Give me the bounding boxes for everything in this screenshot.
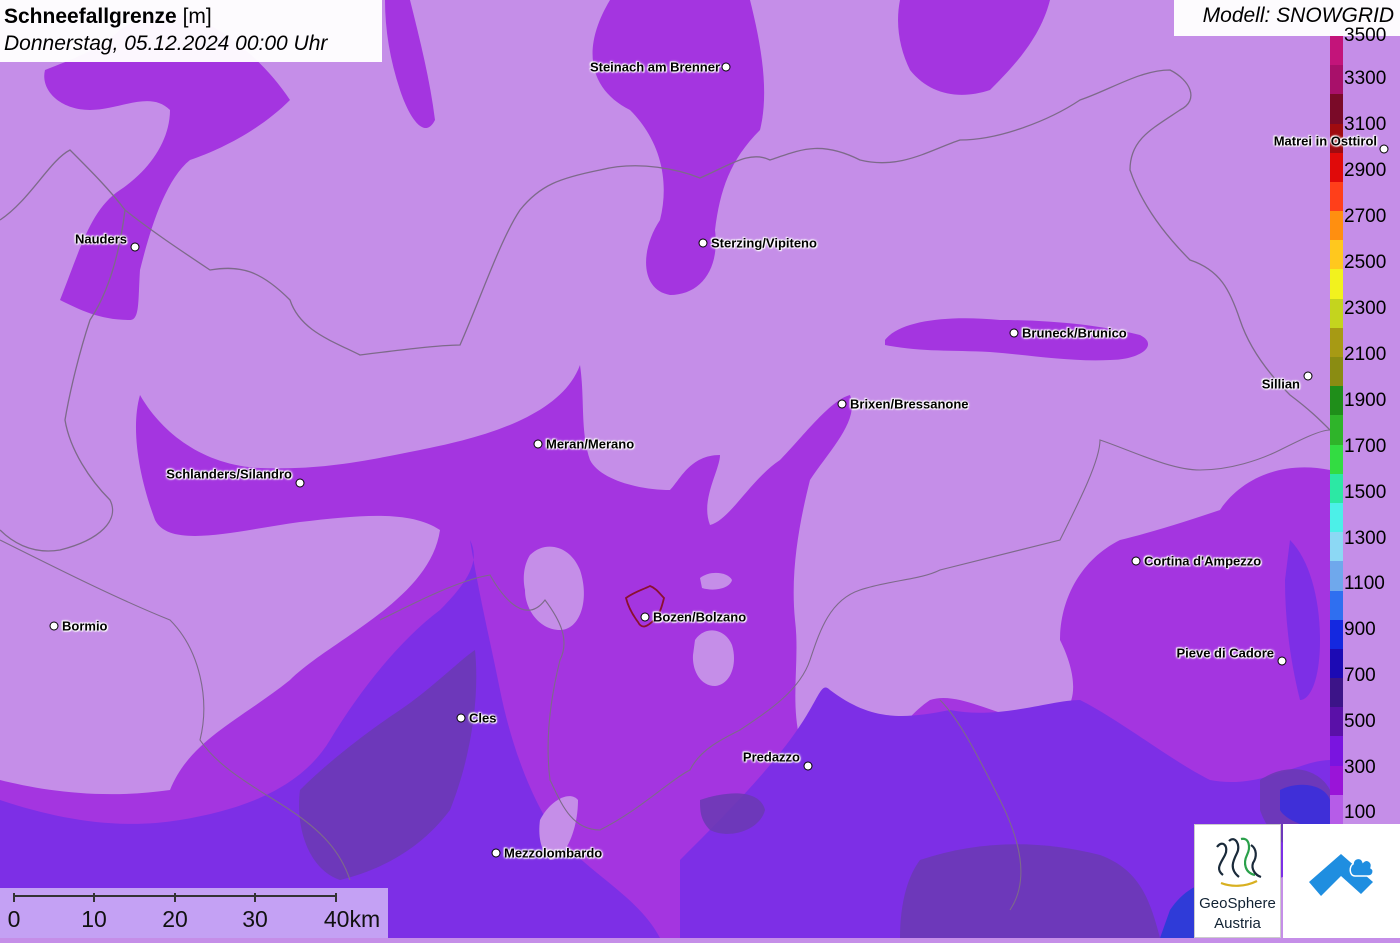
city-label: Steinach am Brenner	[589, 59, 720, 75]
geosphere-text-2: Austria	[1214, 915, 1261, 932]
scale-label: 10	[81, 906, 107, 932]
legend-swatch	[1330, 590, 1343, 621]
scale-tick	[254, 893, 256, 902]
legend-label: 700	[1344, 665, 1376, 686]
legend-swatch	[1330, 561, 1343, 591]
city-marker[interactable]	[533, 439, 543, 449]
city-marker[interactable]	[295, 478, 305, 488]
city-marker[interactable]	[721, 62, 731, 72]
city-marker[interactable]	[640, 612, 650, 622]
legend-label: 2300	[1344, 298, 1387, 319]
legend-label: 3300	[1344, 68, 1387, 89]
scale-label: 30	[242, 906, 268, 932]
legend-swatch	[1330, 415, 1343, 446]
legend-swatch	[1330, 648, 1343, 679]
legend-swatch	[1330, 94, 1343, 125]
map-title: Schneefallgrenze [m]	[4, 3, 378, 30]
city-label: Matrei in Osttirol	[1273, 133, 1377, 149]
legend-swatch	[1330, 794, 1343, 825]
zone-light-island-2	[692, 630, 735, 686]
legend-swatch	[1330, 181, 1343, 212]
city-label: Bozen/Bolzano	[653, 609, 747, 625]
scale-tick	[174, 893, 176, 902]
legend-label: 2700	[1344, 206, 1387, 227]
city-label: Bormio	[62, 618, 108, 634]
legend-swatch	[1330, 619, 1343, 650]
legend-swatch	[1330, 678, 1343, 708]
title-unit: [m]	[182, 5, 212, 28]
legend-label: 1500	[1344, 482, 1387, 503]
legend-label: 1100	[1344, 573, 1385, 594]
city-label: Sterzing/Vipiteno	[711, 235, 817, 251]
scale-label: 0	[7, 906, 21, 932]
legend-swatch	[1330, 502, 1343, 533]
legend-swatch	[1330, 240, 1343, 270]
legend-label: 900	[1344, 619, 1376, 640]
city-label: Brixen/Bressanone	[850, 396, 969, 412]
legend-swatch	[1330, 269, 1343, 300]
city-marker[interactable]	[130, 242, 140, 252]
legend-swatch	[1330, 36, 1343, 66]
geosphere-text-1: GeoSphere	[1199, 895, 1276, 912]
city-label: Schlanders/Silandro	[166, 466, 292, 482]
city-marker[interactable]	[1303, 371, 1313, 381]
city-label: Sillian	[1261, 376, 1300, 392]
city-label: Predazzo	[742, 749, 800, 765]
city-marker[interactable]	[837, 399, 847, 409]
scale-tick	[93, 893, 95, 902]
legend-swatch	[1330, 473, 1343, 504]
legend-swatch	[1330, 765, 1343, 796]
legend-swatch	[1330, 357, 1343, 387]
city-marker[interactable]	[1277, 656, 1287, 666]
title-bold: Schneefallgrenze	[4, 5, 177, 28]
map-date: Donnerstag, 05.12.2024 00:00 Uhr	[4, 32, 328, 55]
legend-label: 1300	[1344, 528, 1387, 549]
legend-label: 1900	[1344, 390, 1387, 411]
city-marker[interactable]	[49, 621, 59, 631]
city-label: Nauders	[74, 231, 127, 247]
city-marker[interactable]	[1009, 328, 1019, 338]
scale-label: 40km	[323, 906, 381, 932]
city-marker[interactable]	[456, 713, 466, 723]
legend-swatch	[1330, 327, 1343, 358]
legend-swatch	[1330, 736, 1343, 767]
legend-swatch	[1330, 386, 1343, 416]
legend-label: 500	[1344, 711, 1376, 732]
legend-colorbar	[1330, 36, 1343, 825]
city-marker[interactable]	[698, 238, 708, 248]
geosphere-icon	[1216, 837, 1262, 887]
legend-swatch	[1330, 152, 1343, 183]
legend-swatch	[1330, 65, 1343, 95]
legend-label: 300	[1344, 757, 1376, 778]
app-logo[interactable]	[1283, 824, 1400, 938]
city-label: Meran/Merano	[546, 436, 635, 452]
scale-tick	[335, 893, 337, 902]
legend-label: 2100	[1344, 344, 1387, 365]
city-marker[interactable]	[491, 848, 501, 858]
legend-swatch	[1330, 707, 1343, 737]
scale-label: 20	[162, 906, 188, 932]
city-label: Pieve di Cadore	[1176, 645, 1274, 661]
legend-swatch	[1330, 444, 1343, 475]
city-label: Bruneck/Brunico	[1022, 325, 1127, 341]
legend-label: 100	[1344, 802, 1376, 823]
legend-swatch	[1330, 211, 1343, 241]
city-label: Cortina d'Ampezzo	[1144, 553, 1262, 569]
legend-swatch	[1330, 298, 1343, 329]
city-marker[interactable]	[1379, 144, 1389, 154]
geosphere-logo[interactable]: GeoSphere Austria	[1194, 824, 1281, 938]
legend-swatch	[1330, 532, 1343, 562]
scale-tick	[13, 893, 15, 902]
city-marker[interactable]	[803, 761, 813, 771]
legend-label: 2900	[1344, 160, 1387, 181]
city-label: Cles	[469, 710, 497, 726]
city-marker[interactable]	[1131, 556, 1141, 566]
city-label: Mezzolombardo	[504, 845, 603, 861]
app-logo-icon	[1309, 854, 1374, 896]
legend-label: 1700	[1344, 436, 1387, 457]
legend-label: 3500	[1344, 25, 1387, 46]
map-title-box: Schneefallgrenze [m] Donnerstag, 05.12.2…	[0, 0, 382, 62]
legend-label: 2500	[1344, 252, 1387, 273]
